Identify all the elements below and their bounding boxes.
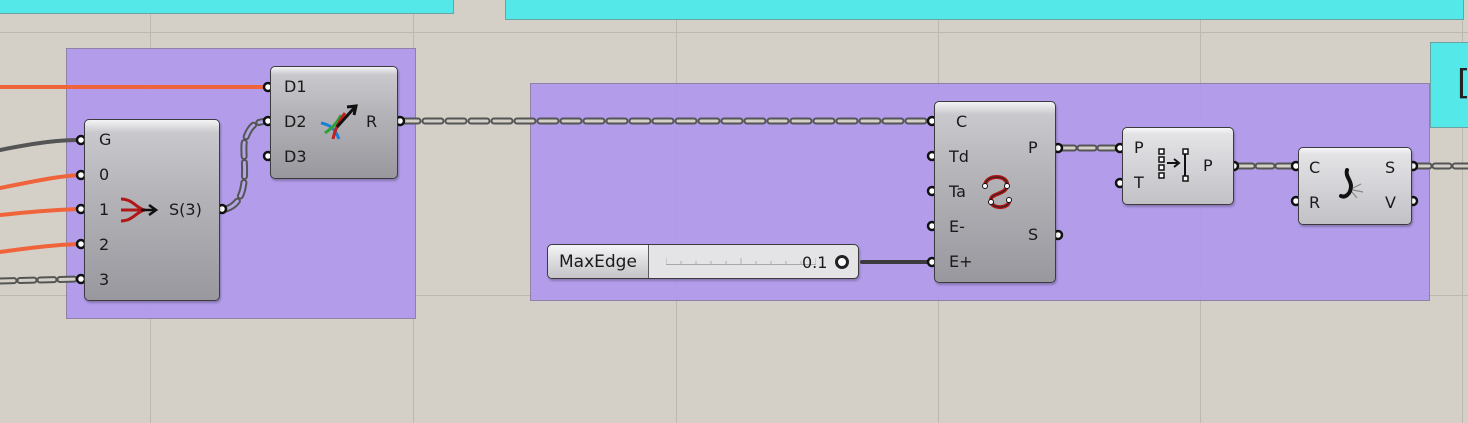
merge-input-2[interactable]: 2 <box>99 236 109 254</box>
wire-dark-g <box>0 138 82 152</box>
slider-grip[interactable] <box>835 255 849 269</box>
pipe-output-v[interactable]: V <box>1385 194 1396 212</box>
curve-input-e-plus[interactable]: E+ <box>949 253 973 271</box>
wire-orange-1 <box>0 207 82 217</box>
partition-output-p[interactable]: P <box>1203 157 1213 175</box>
pipe-output-s[interactable]: S <box>1385 159 1395 177</box>
curve-output-s[interactable]: S <box>1028 226 1038 244</box>
entwine-component[interactable]: D1 D2 D3 R <box>270 66 398 179</box>
merge-icon <box>120 197 159 223</box>
entwine-input-d3[interactable]: D3 <box>284 148 307 166</box>
merge-output-s[interactable]: S(3) <box>169 201 202 219</box>
curve-input-e-minus[interactable]: E- <box>949 218 965 236</box>
entwine-input-d2[interactable]: D2 <box>284 113 307 131</box>
slider-track[interactable] <box>666 258 816 265</box>
pipe-icon <box>1339 168 1364 199</box>
slider-ticks <box>666 258 816 265</box>
curve-input-ta[interactable]: Ta <box>949 183 966 201</box>
merge-input-g[interactable]: G <box>99 131 111 149</box>
slider-name-box: MaxEdge <box>548 245 649 278</box>
partition-input-p[interactable]: P <box>1134 139 1144 157</box>
entwine-output-r[interactable]: R <box>366 113 377 131</box>
slider-name: MaxEdge <box>559 252 637 272</box>
wires-layer <box>0 81 1468 285</box>
slider-value: 0.1 <box>802 253 828 272</box>
merge-component[interactable]: G 0 1 2 3 S(3) <box>84 119 220 301</box>
pipe-component[interactable]: C R S V <box>1298 147 1412 225</box>
curve-input-c[interactable]: C <box>956 113 967 131</box>
wire-orange-0 <box>0 173 82 190</box>
maxedge-slider[interactable]: MaxEdge 0.1 <box>547 244 859 279</box>
pipe-input-r[interactable]: R <box>1309 194 1320 212</box>
merge-input-3[interactable]: 3 <box>99 271 109 289</box>
curve-output-p[interactable]: P <box>1028 139 1038 157</box>
partition-list-icon <box>1158 148 1189 182</box>
curvature-graph-component[interactable]: C Td Ta E- E+ P S <box>934 101 1056 283</box>
entwine-icon <box>320 104 358 140</box>
entwine-input-d1[interactable]: D1 <box>284 78 307 96</box>
partition-list-component[interactable]: P T P <box>1122 127 1234 205</box>
partition-input-t[interactable]: T <box>1134 174 1144 192</box>
wire-dashed-3-inner <box>0 277 82 283</box>
merge-input-0[interactable]: 0 <box>99 166 109 184</box>
wire-orange-2 <box>0 242 82 254</box>
curvature-graph-icon <box>982 175 1012 209</box>
merge-input-1[interactable]: 1 <box>99 201 109 219</box>
curve-input-td[interactable]: Td <box>949 148 969 166</box>
pipe-input-c[interactable]: C <box>1309 159 1320 177</box>
